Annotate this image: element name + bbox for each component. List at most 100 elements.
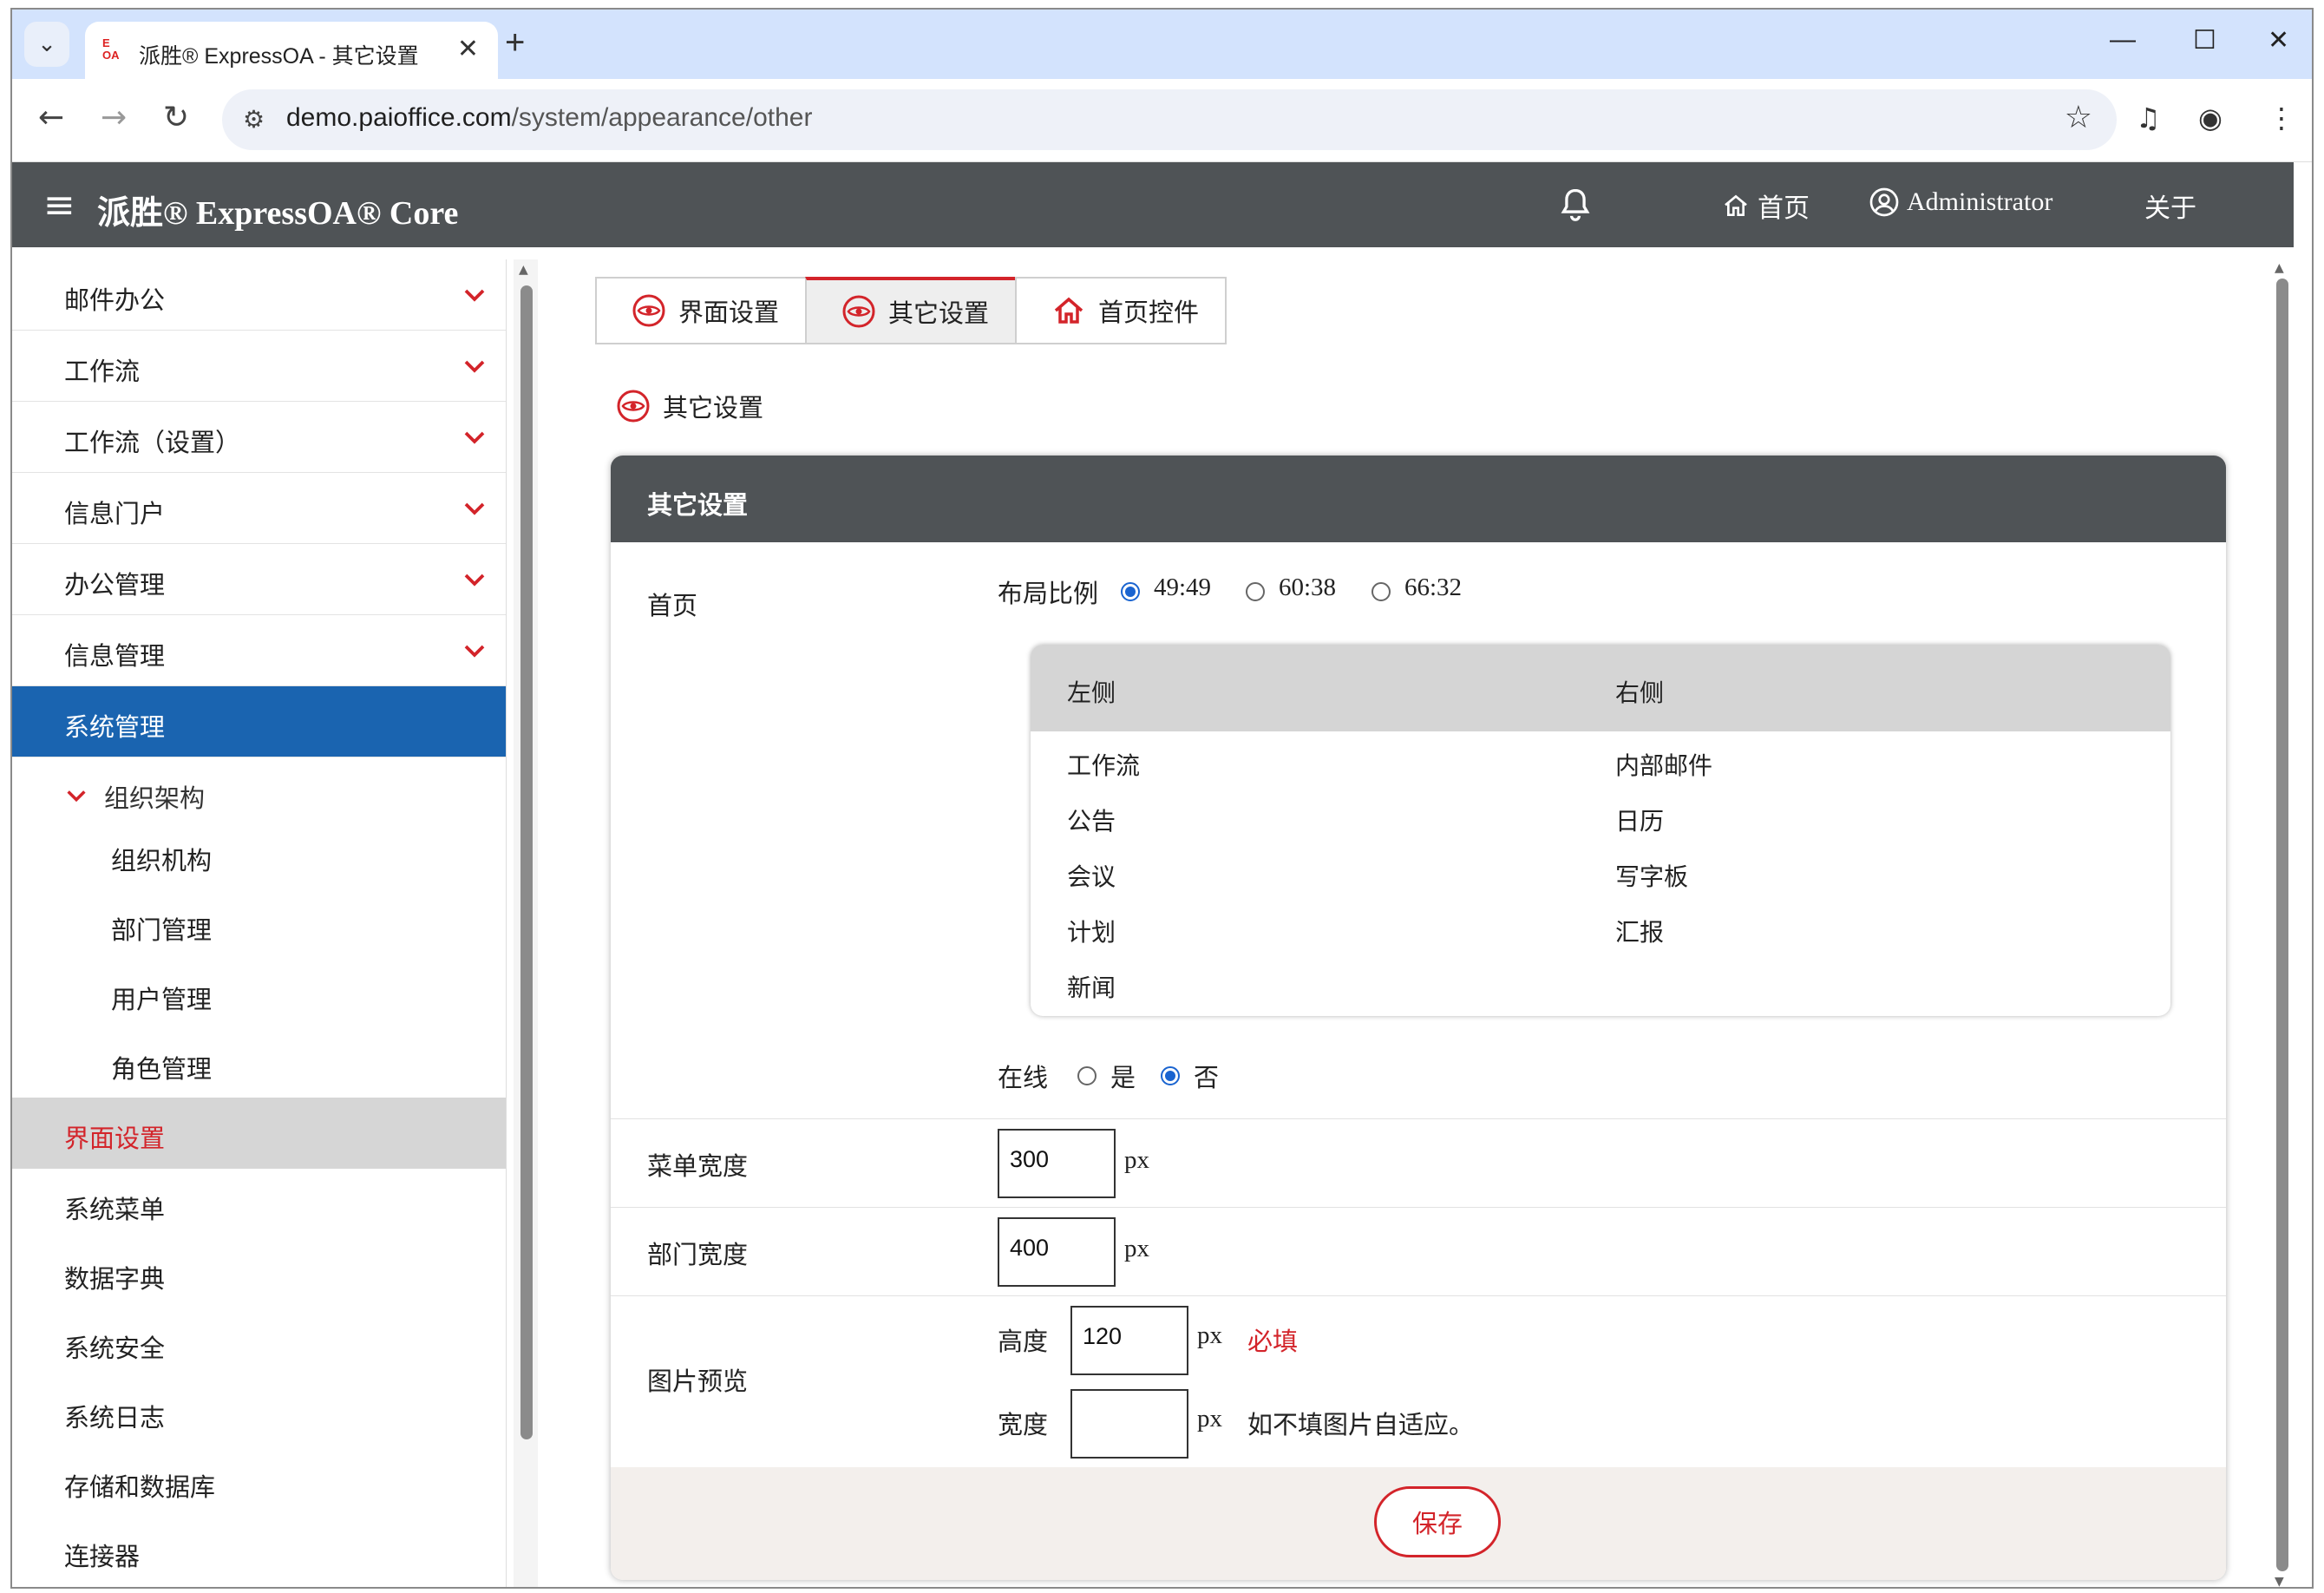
tab-home-widgets[interactable]: 首页控件 xyxy=(1015,277,1227,344)
tab-appearance[interactable]: 界面设置 xyxy=(595,277,808,344)
home-icon xyxy=(1725,194,1747,216)
maximize-button[interactable]: ☐ xyxy=(2193,25,2216,56)
nav-about-link[interactable]: 关于 xyxy=(2144,187,2196,225)
image-width-unit: px xyxy=(1197,1405,1222,1432)
sidebar-item-logs[interactable]: 系统日志 xyxy=(12,1377,506,1448)
back-icon[interactable]: ← xyxy=(38,100,64,135)
tab-label: 其它设置 xyxy=(888,300,990,328)
left-widget-item[interactable]: 计划 xyxy=(1067,914,1116,948)
sidebar-group-label: 组织架构 xyxy=(104,785,206,813)
online-radio-yes[interactable] xyxy=(1077,1066,1097,1085)
scroll-down-icon[interactable]: ▼ xyxy=(2275,1575,2284,1587)
right-widget-item[interactable]: 内部邮件 xyxy=(1615,747,1712,782)
scroll-up-icon[interactable]: ▲ xyxy=(519,263,528,277)
sidebar-item-system[interactable]: 系统管理 xyxy=(12,686,506,757)
sidebar-item-system-menu[interactable]: 系统菜单 xyxy=(12,1169,506,1240)
main-scroll-thumb[interactable] xyxy=(2276,279,2288,1571)
new-tab-button[interactable]: + xyxy=(505,25,525,60)
eye-icon xyxy=(842,295,875,328)
tab-close-icon[interactable]: ✕ xyxy=(457,34,479,64)
minimize-button[interactable]: — xyxy=(2110,25,2136,55)
sidebar-item-appearance[interactable]: 界面设置 xyxy=(12,1098,506,1169)
chevron-down-icon xyxy=(464,431,485,444)
nav-home-link[interactable]: 首页 xyxy=(1721,187,1810,225)
address-bar[interactable]: ⚙ demo.paioffice.com/system/appearance/o… xyxy=(222,89,2117,150)
panel-title: 其它设置 xyxy=(647,492,749,520)
section-title: 其它设置 xyxy=(616,388,763,424)
sidebar-item-org-units[interactable]: 组织机构 xyxy=(12,820,506,889)
sidebar-item-portal[interactable]: 信息门户 xyxy=(12,473,506,544)
save-button[interactable]: 保存 xyxy=(1374,1486,1501,1557)
tab-search-button[interactable]: ⌄ xyxy=(24,22,69,67)
image-width-input[interactable] xyxy=(1070,1389,1188,1459)
sidebar-item-label: 连接器 xyxy=(64,1544,141,1571)
online-radio-no[interactable] xyxy=(1161,1066,1180,1085)
main-scrollbar[interactable]: ▲ ▼ xyxy=(2269,259,2294,1587)
bookmark-star-icon[interactable]: ☆ xyxy=(2065,100,2092,135)
left-widget-item[interactable]: 新闻 xyxy=(1067,969,1116,1004)
chevron-down-icon xyxy=(464,502,485,515)
sidebar-item-dictionary[interactable]: 数据字典 xyxy=(12,1238,506,1309)
sidebar-item-label: 系统菜单 xyxy=(64,1196,166,1224)
sidebar-item-storage[interactable]: 存储和数据库 xyxy=(12,1446,506,1518)
sidebar-scrollbar[interactable]: ▲ xyxy=(514,259,538,1587)
sidebar-item-users[interactable]: 用户管理 xyxy=(12,959,506,1028)
image-height-input[interactable]: 120 xyxy=(1070,1306,1188,1375)
media-control-icon[interactable]: ♫ xyxy=(2136,102,2161,134)
row-divider xyxy=(611,1295,2226,1296)
sidebar-item-departments[interactable]: 部门管理 xyxy=(12,889,506,959)
site-info-icon[interactable]: ⚙ xyxy=(243,105,265,134)
forward-icon[interactable]: → xyxy=(101,100,127,135)
sidebar-item-workflow[interactable]: 工作流 xyxy=(12,331,506,402)
chevron-down-icon xyxy=(464,289,485,302)
left-widget-item[interactable]: 会议 xyxy=(1067,858,1116,893)
nav-user-link[interactable]: Administrator xyxy=(1869,187,2052,218)
menu-width-input[interactable]: 300 xyxy=(998,1129,1116,1198)
right-widget-item[interactable]: 汇报 xyxy=(1615,914,1664,948)
sidebar-item-security[interactable]: 系统安全 xyxy=(12,1308,506,1379)
tab-other-settings[interactable]: 其它设置 xyxy=(805,277,1018,344)
eye-icon xyxy=(617,390,650,423)
left-widget-item[interactable]: 工作流 xyxy=(1067,747,1140,782)
main-content: 界面设置 其它设置 首页控件 其它设置 其它设置 首页 布局比例 49:49 6… xyxy=(538,247,2294,1587)
sidebar-item-label: 界面设置 xyxy=(64,1125,166,1153)
bell-icon[interactable] xyxy=(1556,185,1594,225)
left-column-header: 左侧 xyxy=(1067,680,1116,707)
row-divider xyxy=(611,1118,2226,1119)
browser-tab[interactable]: E OA 派胜® ExpressOA - 其它设置 ✕ xyxy=(85,22,498,79)
url-text[interactable]: demo.paioffice.com/system/appearance/oth… xyxy=(286,103,812,133)
settings-panel: 其它设置 首页 布局比例 49:49 60:38 66:32 左侧 右侧 工作流 xyxy=(611,456,2226,1580)
profile-icon[interactable]: ◉ xyxy=(2198,102,2223,134)
left-widget-item[interactable]: 公告 xyxy=(1067,803,1116,837)
sidebar-item-label: 角色管理 xyxy=(111,1056,213,1084)
right-widget-item[interactable]: 写字板 xyxy=(1615,858,1688,893)
nav-home-label: 首页 xyxy=(1758,194,1810,223)
dept-width-unit: px xyxy=(1124,1235,1149,1262)
online-option-label: 否 xyxy=(1194,1065,1220,1092)
layout-radio-60-38[interactable] xyxy=(1246,582,1265,601)
scroll-up-icon[interactable]: ▲ xyxy=(2275,261,2284,275)
app: ≡ 派胜® ExpressOA® Core 首页 Administrator 关… xyxy=(12,162,2294,1587)
browser-window: ⌄ E OA 派胜® ExpressOA - 其它设置 ✕ + — ☐ ✕ ← →… xyxy=(10,8,2314,1589)
right-widget-item[interactable]: 日历 xyxy=(1615,803,1664,837)
hamburger-menu-icon[interactable]: ≡ xyxy=(43,183,75,227)
right-column-header: 右侧 xyxy=(1615,680,1665,707)
sidebar-group-org[interactable]: 组织架构 xyxy=(12,757,506,827)
width-label: 宽度 xyxy=(998,1412,1049,1439)
brand-title[interactable]: 派胜® ExpressOA® Core xyxy=(97,186,458,233)
layout-radio-49-49[interactable] xyxy=(1121,582,1140,601)
nav-user-label: Administrator xyxy=(1907,187,2053,216)
layout-radio-66-32[interactable] xyxy=(1371,582,1391,601)
dept-width-input[interactable]: 400 xyxy=(998,1217,1116,1287)
sidebar-item-mail[interactable]: 邮件办公 xyxy=(12,259,506,331)
sidebar-item-roles[interactable]: 角色管理 xyxy=(12,1028,506,1098)
more-menu-icon[interactable]: ⋮ xyxy=(2268,102,2295,134)
sidebar-item-connectors[interactable]: 连接器 xyxy=(12,1516,506,1587)
close-window-button[interactable]: ✕ xyxy=(2268,25,2289,56)
sidebar-item-office[interactable]: 办公管理 xyxy=(12,544,506,615)
sidebar-item-workflow-settings[interactable]: 工作流（设置） xyxy=(12,402,506,473)
sidebar-scroll-thumb[interactable] xyxy=(520,285,533,1439)
reload-icon[interactable]: ↻ xyxy=(163,100,189,135)
sidebar-item-info-manage[interactable]: 信息管理 xyxy=(12,615,506,686)
favicon-icon: E OA xyxy=(102,36,120,62)
